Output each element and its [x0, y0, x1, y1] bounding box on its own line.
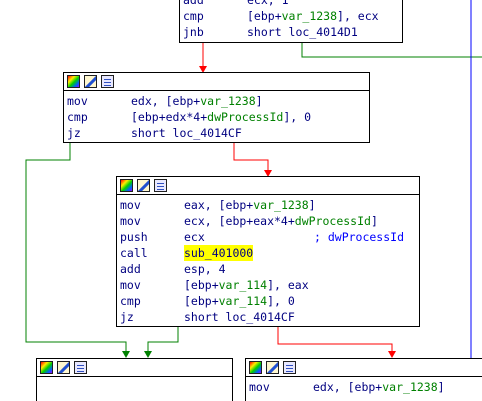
stack-variable[interactable]: var_1238: [253, 197, 308, 213]
asm-line[interactable]: mov [ebp+ var_114], eax: [120, 277, 419, 293]
mnemonic: cmp: [67, 110, 88, 124]
color-icon[interactable]: [120, 179, 133, 192]
asm-line[interactable]: cmp [ebp+edx*4+ dwProcessId], 0: [67, 109, 369, 125]
code-block-5[interactable]: mov edx, [ebp+ var_1238]: [245, 358, 482, 401]
mnemonic: mov: [67, 94, 88, 108]
operand-prefix: [ebp+: [184, 294, 219, 308]
asm-line[interactable]: cmp [ebp+ var_114], 0: [120, 293, 419, 309]
asm-line[interactable]: jz short loc_4014CF: [120, 309, 419, 325]
color-icon[interactable]: [249, 361, 262, 374]
stack-variable[interactable]: var_114: [219, 277, 267, 293]
comment: ; dwProcessId: [314, 230, 405, 244]
rename-icon[interactable]: [84, 75, 97, 88]
stack-variable[interactable]: var_1238: [382, 379, 437, 395]
operand-suffix: ], 0: [283, 110, 312, 124]
graph-icon[interactable]: [283, 361, 296, 374]
jump-target[interactable]: short loc_4014D1: [247, 24, 358, 40]
mnemonic: cmp: [183, 9, 204, 23]
operands: ecx: [184, 230, 205, 244]
code-block-top[interactable]: add ecx, 1 cmp [ebp+ var_1238], ecx jnb s…: [179, 0, 403, 43]
stack-variable[interactable]: dwProcessId: [207, 109, 283, 125]
asm-line[interactable]: jz short loc_4014CF: [67, 125, 369, 141]
operand-prefix: [ebp+: [184, 278, 219, 292]
mnemonic: jz: [67, 126, 81, 140]
asm-line[interactable]: cmp [ebp+ var_1238], ecx: [183, 8, 402, 24]
operands: esp, 4: [184, 262, 226, 276]
code-block-4[interactable]: [36, 358, 233, 401]
asm-line[interactable]: mov edx, [ebp+ var_1238]: [67, 93, 369, 109]
asm-line[interactable]: add ecx, 1: [183, 0, 402, 8]
operand-prefix: [ebp+: [247, 9, 282, 23]
graph-view[interactable]: add ecx, 1 cmp [ebp+ var_1238], ecx jnb s…: [0, 0, 482, 401]
mnemonic: jnb: [183, 25, 204, 39]
mnemonic: mov: [120, 278, 141, 292]
operand-suffix: ], ecx: [337, 9, 379, 23]
operand-suffix: ], eax: [267, 278, 309, 292]
operand-prefix: edx, [ebp+: [131, 94, 201, 108]
edge-top-to-b2: [199, 42, 207, 73]
asm-line[interactable]: mov eax, [ebp+ var_1238]: [120, 197, 419, 213]
edge-b2-to-loc-4014CF: [25, 143, 130, 358]
stack-variable[interactable]: var_1238: [200, 93, 255, 109]
color-icon[interactable]: [67, 75, 80, 88]
operand-suffix: ]: [370, 214, 378, 228]
block-titlebar[interactable]: [246, 359, 482, 377]
graph-icon[interactable]: [101, 75, 114, 88]
mnemonic: call: [120, 246, 148, 260]
stack-variable[interactable]: dwProcessId: [295, 213, 371, 229]
stack-variable[interactable]: var_114: [219, 293, 267, 309]
color-icon[interactable]: [40, 361, 53, 374]
operands: ecx, 1: [247, 0, 289, 7]
code-block-2[interactable]: mov edx, [ebp+ var_1238] cmp [ebp+edx*4+ d…: [63, 72, 370, 143]
asm-line[interactable]: push ecx ; dwProcessId: [120, 229, 419, 245]
graph-icon[interactable]: [74, 361, 87, 374]
edge-top-to-loc-4014D1: [301, 42, 482, 58]
asm-line[interactable]: mov ecx, [ebp+eax*4+ dwProcessId]: [120, 213, 419, 229]
mnemonic: mov: [120, 214, 141, 228]
operand-prefix: eax, [ebp+: [184, 198, 254, 212]
block-titlebar[interactable]: [64, 73, 369, 91]
block-titlebar[interactable]: [37, 359, 232, 377]
stack-variable[interactable]: var_1238: [282, 8, 337, 24]
rename-icon[interactable]: [57, 361, 70, 374]
jump-target[interactable]: short loc_4014CF: [184, 309, 295, 325]
jump-target[interactable]: short loc_4014CF: [131, 125, 242, 141]
edge-b2-to-b3: [233, 143, 272, 177]
asm-line[interactable]: jnb short loc_4014D1: [183, 24, 402, 40]
call-target-highlighted[interactable]: sub_401000: [184, 245, 254, 261]
operand-prefix: [ebp+edx*4+: [131, 110, 208, 124]
rename-icon[interactable]: [137, 179, 150, 192]
mnemonic: push: [120, 230, 148, 244]
operand-suffix: ]: [308, 198, 316, 212]
mnemonic: cmp: [120, 294, 141, 308]
asm-line[interactable]: call sub_401000: [120, 245, 419, 261]
mnemonic: add: [120, 262, 141, 276]
mnemonic: mov: [120, 198, 141, 212]
operand-suffix: ]: [255, 94, 263, 108]
operand-prefix: ecx, [ebp+eax*4+: [184, 214, 295, 228]
mnemonic: jz: [120, 310, 134, 324]
edge-b3-to-loc-4014CF: [144, 327, 179, 358]
block-titlebar[interactable]: [117, 177, 419, 195]
mnemonic: mov: [249, 380, 270, 394]
edge-b3-to-b5: [277, 327, 396, 358]
operand-suffix: ], 0: [267, 294, 295, 308]
operand-suffix: ]: [437, 380, 445, 394]
graph-icon[interactable]: [154, 179, 167, 192]
asm-line[interactable]: mov edx, [ebp+ var_1238]: [249, 379, 482, 395]
asm-line[interactable]: add esp, 4: [120, 261, 419, 277]
operand-prefix: edx, [ebp+: [313, 380, 383, 394]
mnemonic: add: [183, 0, 204, 7]
code-block-3[interactable]: mov eax, [ebp+ var_1238] mov ecx, [ebp+ea…: [116, 176, 420, 327]
rename-icon[interactable]: [266, 361, 279, 374]
